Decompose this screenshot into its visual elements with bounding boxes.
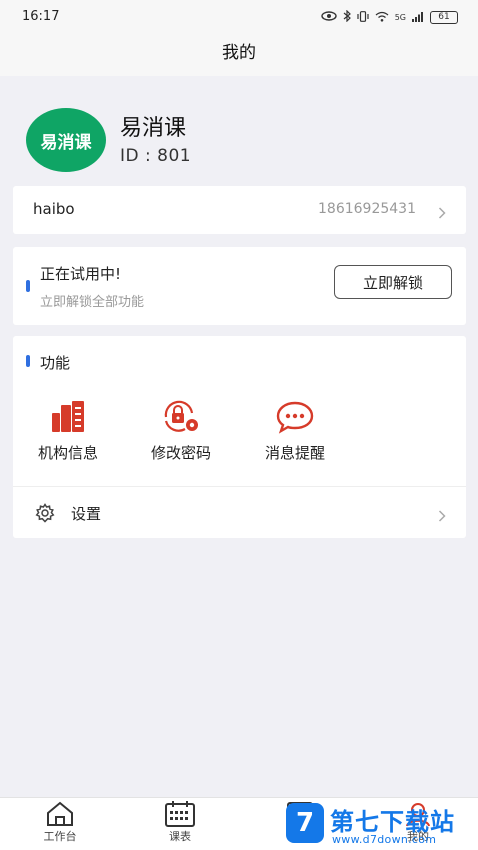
account-username: haibo [33,200,75,218]
bluetooth-icon [343,9,351,25]
trial-subtitle: 立即解锁全部功能 [40,295,145,310]
eye-icon [321,11,337,24]
page-title: 我的 [222,43,256,63]
battery-icon: 61 [430,11,458,24]
wifi-icon [375,11,389,25]
calendar-icon [135,801,225,827]
avatar: 易消课 [26,108,106,172]
function-label: 机构信息 [37,444,98,462]
watermark-logo: 7 [286,803,324,843]
trial-title: 正在试用中! [40,265,122,283]
functions-card: 功能 机构信息 修改密码 消息提醒 设置 [13,336,466,538]
building-icon [13,400,123,434]
gear-icon [35,503,55,527]
tab-label: 课表 [169,830,191,843]
signal-icon [412,11,424,25]
profile-header: 易消课 易消课 ID : 801 [0,76,478,186]
vibrate-icon [357,10,369,25]
org-name: 易消课 [120,116,187,141]
status-icons: 5G 61 [321,9,458,25]
function-label: 消息提醒 [264,444,325,462]
lock-gear-icon [126,400,236,434]
function-change-password[interactable]: 修改密码 [126,400,236,463]
account-phone: 18616925431 [318,201,416,217]
watermark-title: 第七下载站 [330,808,455,836]
tab-schedule[interactable]: 课表 [135,801,225,844]
status-time: 16:17 [22,9,60,24]
watermark: 7 第七下载站 www.d7down.com [280,800,478,850]
avatar-text: 易消课 [40,132,92,153]
unlock-button[interactable]: 立即解锁 [334,265,452,299]
accent-bar [26,280,30,292]
chevron-right-icon [436,507,448,522]
functions-title: 功能 [40,354,71,372]
settings-label: 设置 [71,505,102,523]
org-id: ID : 801 [120,146,192,166]
accent-bar [26,355,30,367]
network-label: 5G [394,13,406,22]
tab-workbench[interactable]: 工作台 [15,801,105,844]
trial-card: 正在试用中! 立即解锁全部功能 立即解锁 [13,247,466,325]
tab-label: 工作台 [43,830,77,843]
home-icon [15,801,105,827]
account-row[interactable]: haibo 18616925431 [13,186,466,234]
function-label: 修改密码 [150,444,211,462]
function-message-reminder[interactable]: 消息提醒 [240,400,350,463]
function-org-info[interactable]: 机构信息 [13,400,123,463]
status-bar: 16:17 5G 61 [0,0,478,34]
watermark-url: www.d7down.com [332,833,437,846]
nav-bar: 我的 [0,34,478,76]
chevron-right-icon [436,204,448,219]
settings-row[interactable]: 设置 [13,487,466,538]
chat-bubble-icon [240,400,350,434]
